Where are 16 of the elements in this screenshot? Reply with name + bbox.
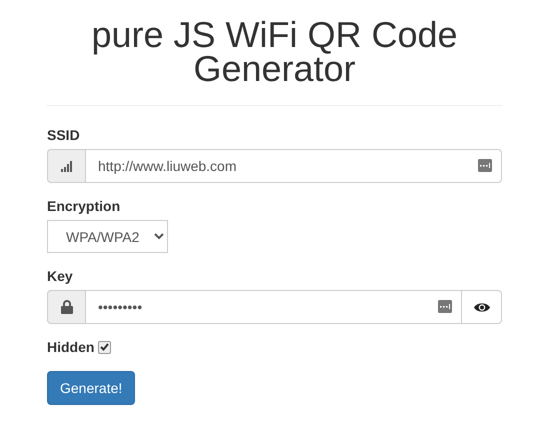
signal-icon <box>60 160 72 172</box>
field-label: Hidden <box>47 339 94 355</box>
field-label: SSID <box>47 127 80 143</box>
hidden-checkbox[interactable] <box>98 340 112 354</box>
autofill-icon[interactable] <box>478 159 492 172</box>
autofill-icon[interactable] <box>438 300 452 313</box>
field-label: Encryption <box>47 198 120 214</box>
eye-icon <box>474 302 490 312</box>
lock-icon <box>60 300 72 314</box>
encryption-dropdown[interactable]: WPA/WPA2 <box>47 220 168 253</box>
field-label: Key <box>47 268 73 284</box>
page-title: pure JS WiFi QR Code Generator <box>90 18 459 86</box>
ssid-field[interactable]: http://www.liuweb.com <box>85 149 502 183</box>
generate-button[interactable]: Generate! <box>47 371 136 405</box>
show-key-button[interactable] <box>462 290 502 324</box>
key-field[interactable]: ••••••••• <box>85 290 462 324</box>
